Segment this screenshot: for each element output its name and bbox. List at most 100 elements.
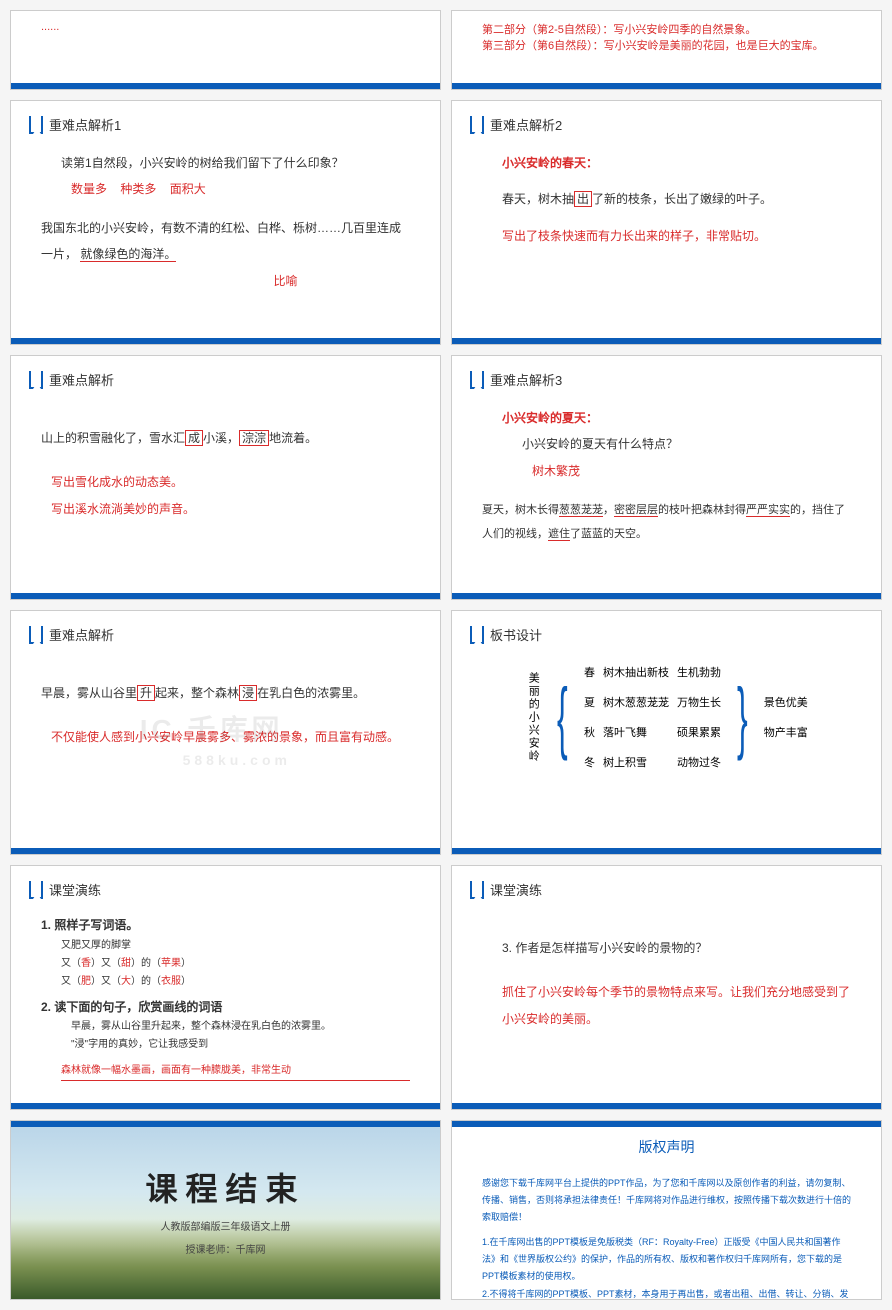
board-diagram: 美丽的小兴安岭 { 春 夏 秋 冬 树木抽出新枝 树木葱葱茏茏 落叶飞舞 树上积… [452, 652, 881, 770]
slide-title: 板书设计 [490, 625, 542, 644]
end-sub2: 授课老师：千库网 [186, 1241, 266, 1256]
note1: 写出雪化成水的动态美。 [51, 469, 410, 495]
vert-title: 美丽的小兴安岭 [525, 672, 541, 763]
slide-header: 课堂演练 [452, 866, 881, 907]
slide-bottom-bar [11, 338, 440, 344]
slide-board-design: 板书设计 美丽的小兴安岭 { 春 夏 秋 冬 树木抽出新枝 树木葱葱茏茏 落叶飞… [451, 610, 882, 855]
slide-bottom-bar [11, 1103, 440, 1109]
slide-title: 重难点解析2 [490, 115, 562, 134]
para: 早晨，雾从山谷里升起来，整个森林浸在乳白色的浓雾里。 [41, 680, 410, 706]
slide-bottom-bar [11, 593, 440, 599]
question: 3. 作者是怎样描写小兴安岭的景物的？ [502, 935, 851, 961]
sentence: 早晨，雾从山谷里升起来，整个森林浸在乳白色的浓雾里。 [71, 1018, 410, 1036]
slide-exercise-2: 课堂演练 3. 作者是怎样描写小兴安岭的景物的？ 抓住了小兴安岭每个季节的景物特… [451, 865, 882, 1110]
slide-analysis-3: 重难点解析3 小兴安岭的夏天： 小兴安岭的夏天有什么特点？ 树木繁茂 夏天，树木… [451, 355, 882, 600]
example: 又肥又厚的脚掌 [61, 937, 410, 955]
slide-header: 重难点解析1 [11, 101, 440, 142]
answers: 数量多 种类多 面积大 [71, 176, 410, 202]
feature-col: 生机勃勃 万物生长 硕果累累 动物过冬 [677, 664, 721, 770]
cr-p2: 1.在千库网出售的PPT模板是免版税类（RF：Royalty-Free）正版受《… [482, 1234, 851, 1285]
subhead: 小兴安岭的夏天： [502, 405, 851, 431]
bookmark-icon [29, 881, 43, 899]
slide-top-bar [452, 1121, 881, 1127]
slide-bottom-bar [452, 848, 881, 854]
bookmark-icon [470, 881, 484, 899]
note2: 写出溪水流淌美妙的声音。 [51, 496, 410, 522]
answer: 树木繁茂 [532, 458, 851, 484]
answer-line: 森林就像一幅水墨画，画面有一种朦胧美，非常生动 [61, 1062, 410, 1081]
part-line1: 第二部分（第2-5自然段）：写小兴安岭四季的自然景象。 [482, 21, 851, 37]
slide-body: 早晨，雾从山谷里升起来，整个森林浸在乳白色的浓雾里。 不仅能使人感到小兴安岭早晨… [11, 652, 440, 759]
slide-title: 重难点解析1 [49, 115, 121, 134]
slide-header: 重难点解析 [11, 356, 440, 397]
slide-body: 山上的积雪融化了，雪水汇成小溪，淙淙地流着。 写出雪化成水的动态美。 写出溪水流… [11, 397, 440, 530]
slide-bottom-bar [452, 1103, 881, 1109]
slide-body: 1. 照样子写词语。 又肥又厚的脚掌 又（香）又（甜）的（苹果） 又（肥）又（大… [11, 907, 440, 1089]
part-line2: 第三部分（第6自然段）：写小兴安岭是美丽的花园，也是巨大的宝库。 [482, 37, 851, 53]
slide-header: 重难点解析 [11, 611, 440, 652]
slide-title: 重难点解析 [49, 625, 114, 644]
prompt: "浸"字用的真妙，它让我感受到 [71, 1036, 410, 1054]
slide-bottom-bar [452, 83, 881, 89]
copyright-title: 版权声明 [452, 1137, 881, 1157]
para: 我国东北的小兴安岭，有数不清的红松、白桦、栎树……几百里连成一片， 就像绿色的海… [41, 215, 410, 268]
slide-title: 课堂演练 [49, 880, 101, 899]
bookmark-icon [29, 371, 43, 389]
slide-header: 重难点解析2 [452, 101, 881, 142]
slide-body: 小兴安岭的春天： 春天，树木抽出了新的枝条，长出了嫩绿的叶子。 写出了枝条快速而… [452, 142, 881, 257]
ex-h1: 1. 照样子写词语。 [41, 915, 410, 937]
subhead: 小兴安岭的春天： [502, 150, 851, 176]
slide-title: 重难点解析3 [490, 370, 562, 389]
brace-left-icon: { [557, 693, 568, 741]
slide-title: 重难点解析 [49, 370, 114, 389]
cr-p3: 2.不得将千库网的PPT模板、PPT素材，本身用于再出售，或者出租、出借、转让、… [482, 1286, 851, 1300]
summary-col: 景色优美 物产丰富 [764, 694, 808, 740]
slide-top-bar [11, 1121, 440, 1127]
bookmark-icon [29, 626, 43, 644]
para: 夏天，树木长得葱葱茏茏，密密层层的枝叶把森林封得严严实实的，挡住了人们的视线，遮… [482, 498, 851, 546]
question: 小兴安岭的夏天有什么特点？ [522, 431, 851, 457]
bookmark-icon [29, 116, 43, 134]
note: 比喻 [161, 268, 410, 294]
slide-header: 重难点解析3 [452, 356, 881, 397]
slide-body: 小兴安岭的夏天： 小兴安岭的夏天有什么特点？ 树木繁茂 夏天，树木长得葱葱茏茏，… [452, 397, 881, 555]
line1: 又（香）又（甜）的（苹果） [61, 955, 410, 973]
end-sub1: 人教版部编版三年级语文上册 [161, 1218, 291, 1233]
question: 读第1自然段，小兴安岭的树给我们留下了什么印象？ [61, 150, 410, 176]
slide-analysis-snow: 重难点解析 山上的积雪融化了，雪水汇成小溪，淙淙地流着。 写出雪化成水的动态美。… [10, 355, 441, 600]
slide-analysis-1: 重难点解析1 读第1自然段，小兴安岭的树给我们留下了什么印象？ 数量多 种类多 … [10, 100, 441, 345]
slide-body: 感谢您下载千库网平台上提供的PPT作品，为了您和千库网以及原创作者的利益，请勿复… [452, 1167, 881, 1300]
end-title: 课程结束 [145, 1164, 305, 1210]
slide-body: 3. 作者是怎样描写小兴安岭的景物的？ 抓住了小兴安岭每个季节的景物特点来写。让… [452, 907, 881, 1040]
ex-h2: 2. 读下面的句子，欣赏画线的词语 [41, 997, 410, 1019]
seasons-col: 春 夏 秋 冬 [584, 664, 595, 770]
slide-analysis-fog: IC 千库网 588ku.com 重难点解析 早晨，雾从山谷里升起来，整个森林浸… [10, 610, 441, 855]
slide-course-end: 课程结束 人教版部编版三年级语文上册 授课老师：千库网 [10, 1120, 441, 1300]
slide-partial-left: ...... [10, 10, 441, 90]
slide-bottom-bar [11, 83, 440, 89]
partial-text: ...... [11, 11, 440, 43]
slide-analysis-2: 重难点解析2 小兴安岭的春天： 春天，树木抽出了新的枝条，长出了嫩绿的叶子。 写… [451, 100, 882, 345]
answer: 抓住了小兴安岭每个季节的景物特点来写。让我们充分地感受到了小兴安岭的美丽。 [502, 979, 851, 1032]
note: 不仅能使人感到小兴安岭早晨雾多、雾浓的景象，而且富有动感。 [51, 724, 410, 750]
slide-partial-right: 第二部分（第2-5自然段）：写小兴安岭四季的自然景象。 第三部分（第6自然段）：… [451, 10, 882, 90]
para: 春天，树木抽出了新的枝条，长出了嫩绿的叶子。 [502, 186, 851, 212]
cr-p1: 感谢您下载千库网平台上提供的PPT作品，为了您和千库网以及原创作者的利益，请勿复… [482, 1175, 851, 1226]
slide-exercise-1: 课堂演练 1. 照样子写词语。 又肥又厚的脚掌 又（香）又（甜）的（苹果） 又（… [10, 865, 441, 1110]
bookmark-icon [470, 116, 484, 134]
slide-header: 课堂演练 [11, 866, 440, 907]
slide-bottom-bar [452, 338, 881, 344]
line2: 又（肥）又（大）的（衣服） [61, 973, 410, 991]
desc-col: 树木抽出新枝 树木葱葱茏茏 落叶飞舞 树上积雪 [603, 664, 669, 770]
slide-bottom-bar [452, 593, 881, 599]
slide-copyright: 版权声明 感谢您下载千库网平台上提供的PPT作品，为了您和千库网以及原创作者的利… [451, 1120, 882, 1300]
slide-bottom-bar [11, 848, 440, 854]
slide-title: 课堂演练 [490, 880, 542, 899]
slide-header: 板书设计 [452, 611, 881, 652]
brace-right-icon: } [737, 693, 748, 741]
bookmark-icon [470, 371, 484, 389]
partial-content: 第二部分（第2-5自然段）：写小兴安岭四季的自然景象。 第三部分（第6自然段）：… [452, 11, 881, 63]
note: 写出了枝条快速而有力长出来的样子，非常贴切。 [502, 223, 851, 249]
bookmark-icon [470, 626, 484, 644]
para: 山上的积雪融化了，雪水汇成小溪，淙淙地流着。 [41, 425, 410, 451]
